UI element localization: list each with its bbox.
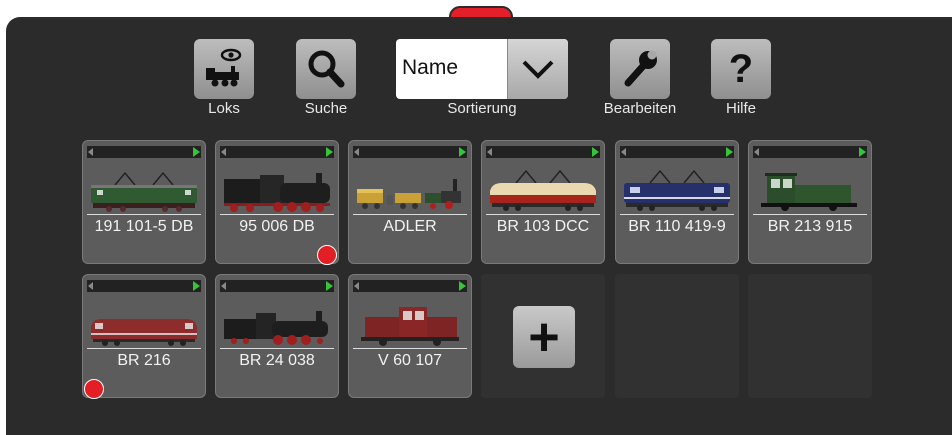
help-icon: ? [728, 46, 754, 91]
loco-name: BR 103 DCC [496, 218, 590, 235]
arrow-left-icon [221, 148, 226, 156]
electric-locomotive-icon [624, 169, 730, 211]
steam-locomotive-icon [224, 311, 328, 345]
hilfe-button[interactable]: ? [711, 39, 771, 99]
loco-tile[interactable]: 191 101-5 DB [82, 140, 206, 264]
track-line [87, 214, 201, 215]
sort-label: Sortierung [447, 100, 517, 117]
loco-name: BR 24 038 [239, 352, 315, 369]
loco-name: BR 110 419-9 [628, 218, 726, 235]
electric-locomotive-icon [91, 171, 197, 212]
speed-bar [620, 146, 734, 158]
steam-locomotive-icon [224, 173, 330, 212]
loco-name: BR 216 [117, 352, 171, 369]
track-line [753, 214, 867, 215]
electric-locomotive-icon [490, 169, 596, 211]
arrow-right-icon [859, 147, 866, 157]
track-line [220, 214, 334, 215]
speed-bar [87, 146, 201, 158]
status-marker [317, 245, 337, 265]
arrow-right-icon [459, 147, 466, 157]
diesel-locomotive-icon [91, 319, 197, 346]
loco-tile[interactable]: BR 103 DCC [481, 140, 605, 264]
sort-dropdown-button[interactable] [507, 39, 568, 99]
arrow-left-icon [487, 148, 492, 156]
loco-tile[interactable]: BR 216 [82, 274, 206, 399]
bearbeiten-button[interactable] [610, 39, 670, 99]
speed-bar [220, 280, 334, 292]
sort-value: Name [402, 56, 459, 79]
track-line [353, 214, 467, 215]
empty-slot [748, 274, 872, 398]
loco-name: 95 006 DB [239, 218, 315, 235]
speed-bar [87, 280, 201, 292]
loco-name: V 60 107 [377, 352, 443, 369]
plus-icon: + [528, 307, 560, 367]
track-line [220, 348, 334, 349]
loco-tile[interactable]: 95 006 DB [215, 140, 339, 265]
speed-bar [353, 146, 467, 158]
suche-button[interactable] [296, 39, 356, 99]
track-line [87, 348, 201, 349]
arrow-right-icon [193, 147, 200, 157]
arrow-left-icon [621, 148, 626, 156]
arrow-right-icon [592, 147, 599, 157]
loco-name: ADLER [383, 218, 437, 235]
arrow-left-icon [354, 148, 359, 156]
track-line [620, 214, 734, 215]
status-marker [84, 379, 104, 399]
speed-bar [220, 146, 334, 158]
arrow-right-icon [326, 147, 333, 157]
arrow-right-icon [193, 281, 200, 291]
diesel-shunter-icon [361, 307, 459, 346]
chevron-down-icon [522, 60, 554, 79]
speed-bar [753, 146, 867, 158]
add-locomotive-button[interactable]: + [513, 306, 575, 368]
arrow-left-icon [88, 148, 93, 156]
loco-tile[interactable]: V 60 107 [348, 274, 472, 398]
track-line [486, 214, 600, 215]
loco-name: BR 213 915 [767, 218, 853, 235]
arrow-right-icon [326, 281, 333, 291]
search-icon [308, 50, 345, 88]
historic-train-icon [357, 179, 461, 209]
empty-slot [615, 274, 739, 398]
sort-select[interactable]: Name [396, 39, 568, 99]
locomotive-eye-icon [206, 48, 242, 87]
arrow-left-icon [88, 282, 93, 290]
track-line [353, 348, 467, 349]
arrow-right-icon [726, 147, 733, 157]
speed-bar [486, 146, 600, 158]
arrow-right-icon [459, 281, 466, 291]
loco-tile[interactable]: BR 213 915 [748, 140, 872, 264]
wrench-icon [624, 50, 657, 87]
loco-tile[interactable]: ADLER [348, 140, 472, 264]
loco-tile[interactable]: BR 24 038 [215, 274, 339, 398]
arrow-left-icon [221, 282, 226, 290]
hilfe-label: Hilfe [725, 100, 756, 117]
suche-label: Suche [304, 100, 348, 117]
arrow-left-icon [754, 148, 759, 156]
loks-button[interactable] [194, 39, 254, 99]
shunter-locomotive-icon [761, 173, 857, 211]
arrow-left-icon [354, 282, 359, 290]
loco-name: 191 101-5 DB [94, 218, 194, 235]
loco-tile[interactable]: BR 110 419-9 [615, 140, 739, 264]
speed-bar [353, 280, 467, 292]
